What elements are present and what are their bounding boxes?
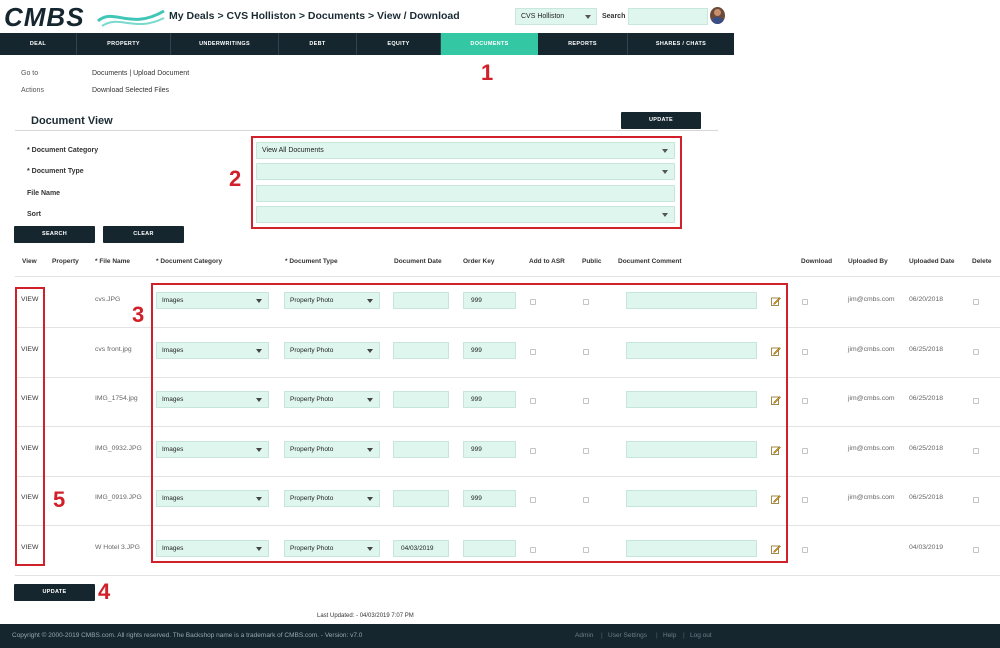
uploaded-date-cell: 06/25/2018: [909, 445, 944, 452]
footer-link-user-settings[interactable]: User Settings: [608, 632, 647, 639]
col-uploaded-by: Uploaded By: [848, 258, 888, 265]
col-view: View: [22, 258, 37, 265]
col-file-name: * File Name: [95, 258, 131, 265]
annotation-5: 5: [53, 487, 66, 512]
download-selected-link[interactable]: Download Selected Files: [92, 87, 169, 94]
uploaded-by-cell: jim@cmbs.com: [848, 346, 895, 353]
row-divider: [15, 575, 1000, 576]
tab-underwritings[interactable]: UNDERWRITINGS: [171, 33, 279, 55]
row-delete-checkbox[interactable]: [973, 497, 979, 503]
file-name-label: File Name: [27, 190, 61, 197]
goto-links[interactable]: Documents | Upload Document: [92, 70, 189, 77]
col-document-category: * Document Category: [156, 258, 223, 265]
file-name-cell: IMG_0932.JPG: [95, 445, 142, 452]
row-delete-checkbox[interactable]: [973, 547, 979, 553]
main-nav: DEAL PROPERTY UNDERWRITINGS DEBT EQUITY …: [0, 33, 734, 55]
tab-reports[interactable]: REPORTS: [538, 33, 628, 55]
row-download-checkbox[interactable]: [802, 547, 808, 553]
uploaded-date-cell: 06/25/2018: [909, 494, 944, 501]
header-divider: [15, 276, 1000, 277]
sort-label: Sort: [27, 211, 41, 218]
col-order-key: Order Key: [463, 258, 495, 265]
tab-property[interactable]: PROPERTY: [77, 33, 171, 55]
search-button[interactable]: SEARCH: [14, 226, 95, 243]
tab-deal[interactable]: DEAL: [0, 33, 77, 55]
user-avatar[interactable]: [710, 7, 725, 24]
search-input[interactable]: [628, 8, 708, 25]
annotation-3: 3: [132, 302, 145, 327]
uploaded-date-cell: 06/25/2018: [909, 346, 944, 353]
uploaded-by-cell: jim@cmbs.com: [848, 395, 895, 402]
footer-link-admin[interactable]: Admin: [575, 632, 593, 639]
row-download-checkbox[interactable]: [802, 349, 808, 355]
row-delete-checkbox[interactable]: [973, 398, 979, 404]
col-property: Property: [52, 258, 79, 265]
footer-separator: |: [683, 632, 685, 639]
row-download-checkbox[interactable]: [802, 448, 808, 454]
tab-shares-chats[interactable]: SHARES / CHATS: [628, 33, 734, 55]
cmbs-logo[interactable]: CMBS: [4, 2, 165, 32]
col-document-date: Document Date: [394, 258, 442, 265]
search-label: Search: [602, 13, 626, 20]
row-download-checkbox[interactable]: [802, 299, 808, 305]
uploaded-date-cell: 04/03/2019: [909, 544, 944, 551]
annotation-2: 2: [229, 166, 242, 191]
clear-button[interactable]: CLEAR: [103, 226, 184, 243]
file-name-cell: W Hotel 3.JPG: [95, 544, 140, 551]
header: CMBS My Deals > CVS Holliston > Document…: [0, 0, 1000, 33]
col-uploaded-date: Uploaded Date: [909, 258, 955, 265]
file-name-cell: cvs front.jpg: [95, 346, 132, 353]
row-delete-checkbox[interactable]: [973, 299, 979, 305]
tab-documents[interactable]: DOCUMENTS: [441, 33, 538, 55]
last-updated: Last Updated: - 04/03/2019 7:07 PM: [317, 613, 414, 619]
page-title: Document View: [31, 115, 113, 127]
uploaded-by-cell: jim@cmbs.com: [848, 445, 895, 452]
uploaded-by-cell: jim@cmbs.com: [848, 296, 895, 303]
row-delete-checkbox[interactable]: [973, 448, 979, 454]
document-category-label: * Document Category: [27, 147, 99, 154]
file-name-cell: IMG_0919.JPG: [95, 494, 142, 501]
row-download-checkbox[interactable]: [802, 497, 808, 503]
tab-debt[interactable]: DEBT: [279, 33, 357, 55]
col-public: Public: [582, 258, 602, 265]
uploaded-by-cell: jim@cmbs.com: [848, 494, 895, 501]
file-name-cell: IMG_1754.jpg: [95, 395, 138, 402]
annotation-1: 1: [481, 60, 494, 85]
uploaded-date-cell: 06/20/2018: [909, 296, 944, 303]
update-button-top[interactable]: UPDATE: [621, 112, 701, 129]
annotation-box-2: [251, 136, 682, 229]
footer: Copyright © 2000-2019 CMBS.com. All righ…: [0, 624, 1000, 648]
annotation-4: 4: [98, 579, 111, 604]
col-delete: Delete: [972, 258, 992, 265]
footer-separator: |: [656, 632, 658, 639]
logo-swoosh-icon: [97, 9, 165, 27]
annotation-box-5: [15, 287, 45, 566]
col-document-comment: Document Comment: [618, 258, 682, 265]
footer-copyright: Copyright © 2000-2019 CMBS.com. All righ…: [12, 632, 363, 639]
col-document-type: * Document Type: [285, 258, 338, 265]
footer-separator: |: [601, 632, 603, 639]
chevron-down-icon: [585, 15, 591, 19]
logo-text: CMBS: [4, 2, 85, 32]
deal-select[interactable]: CVS Holliston: [515, 8, 597, 25]
col-add-to-asr: Add to ASR: [529, 258, 565, 265]
row-download-checkbox[interactable]: [802, 398, 808, 404]
document-type-label: * Document Type: [27, 168, 84, 175]
update-button-bottom[interactable]: UPDATE: [14, 584, 95, 601]
goto-label: Go to: [21, 70, 39, 77]
actions-label: Actions: [21, 87, 44, 94]
uploaded-date-cell: 06/25/2018: [909, 395, 944, 402]
breadcrumb: My Deals > CVS Holliston > Documents > V…: [169, 10, 460, 22]
file-name-cell: cvs.JPG: [95, 296, 121, 303]
annotation-box-3: [151, 283, 788, 563]
col-download: Download: [801, 258, 833, 265]
tab-equity[interactable]: EQUITY: [357, 33, 441, 55]
footer-link-help[interactable]: Help: [663, 632, 676, 639]
deal-select-value: CVS Holliston: [521, 13, 565, 20]
section-divider: [15, 130, 718, 131]
footer-link-log-out[interactable]: Log out: [690, 632, 712, 639]
row-delete-checkbox[interactable]: [973, 349, 979, 355]
